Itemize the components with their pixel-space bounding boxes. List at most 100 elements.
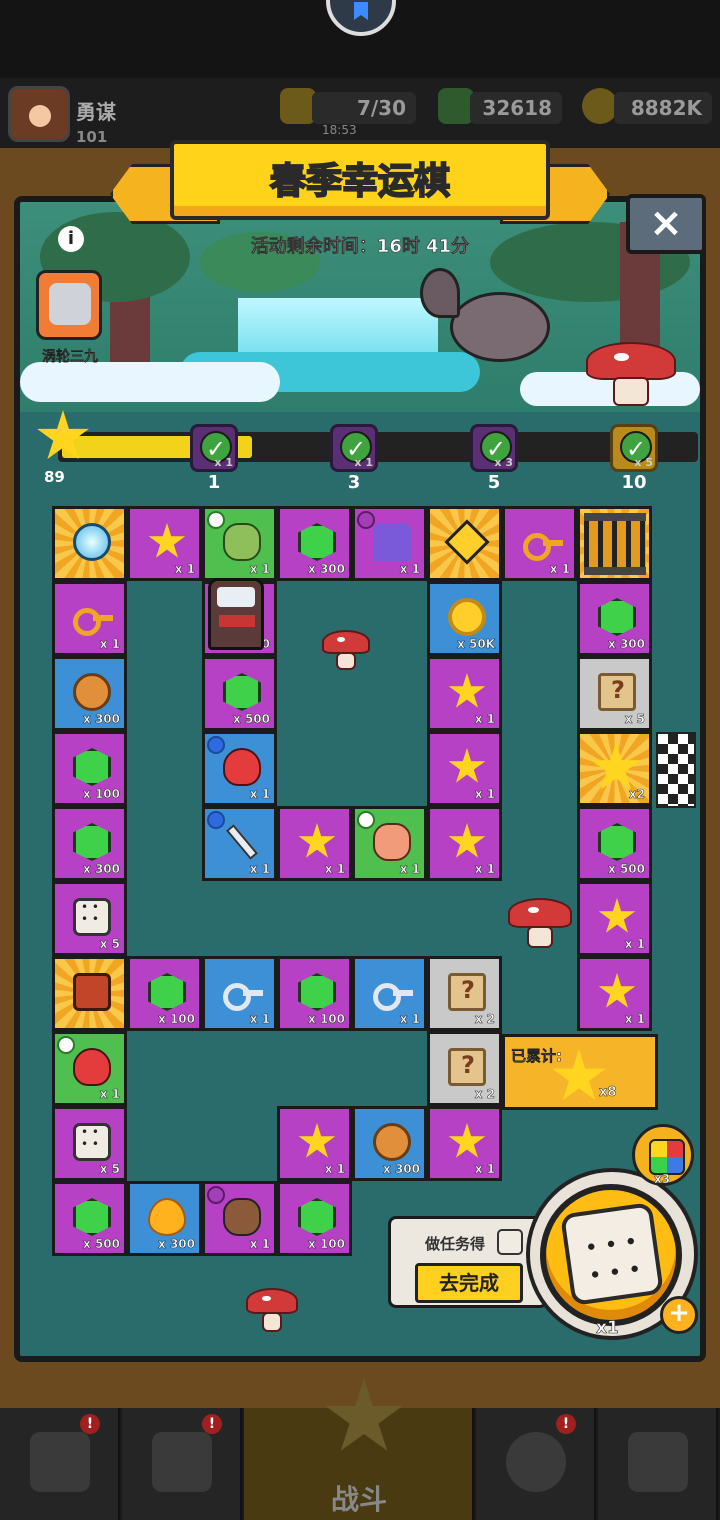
board-tile: x 300 <box>52 806 127 881</box>
task-panel: 做任务得 去完成 <box>388 1216 548 1308</box>
board-tile: x 5 <box>577 656 652 731</box>
board-tile: x 500 <box>52 1181 127 1256</box>
coin-icon <box>582 88 618 124</box>
board-tile: x 100 <box>277 956 352 1031</box>
mushroom-icon <box>508 898 572 948</box>
tile-qty: x 1 <box>249 862 270 877</box>
nav-fight-label: 战斗 <box>330 1483 387 1516</box>
gem-icon <box>298 523 336 561</box>
tile-qty: x 2 <box>474 1012 495 1027</box>
board-tile: x 1 <box>277 806 352 881</box>
energy-counter[interactable]: 7/30 <box>312 92 416 124</box>
board-tile: x 1 <box>52 581 127 656</box>
checkpoint-reward[interactable]: ✓ x 1 <box>330 424 378 472</box>
rarity-badge-icon <box>207 1186 225 1204</box>
rarity-badge-icon <box>57 1036 75 1054</box>
mushroom-icon <box>322 630 370 670</box>
dice-count: x1 <box>596 1318 619 1339</box>
star-icon <box>598 973 636 1008</box>
player-name: 勇谋 <box>76 100 116 124</box>
checkpoint-label: 1 <box>207 472 221 493</box>
checkpoint-reward[interactable]: ✓ x 3 <box>470 424 518 472</box>
tile-qty: x 300 <box>158 1237 195 1252</box>
board-tile: x 1 <box>202 956 277 1031</box>
tile-qty: x 1 <box>99 1087 120 1102</box>
board-tile: x 1 <box>427 656 502 731</box>
tile-qty: x 100 <box>158 1012 195 1027</box>
bookmark-icon <box>354 2 368 20</box>
nav-fight[interactable]: 战斗 <box>244 1378 474 1520</box>
board-tile: x 5 <box>52 1106 127 1181</box>
board-tile <box>427 506 502 581</box>
board-tile: x 1 <box>577 881 652 956</box>
board-tile: x 1 <box>427 1106 502 1181</box>
tile-qty: x 100 <box>308 1237 345 1252</box>
nav-evolve[interactable] <box>598 1408 718 1520</box>
bookmark-notch[interactable] <box>326 0 396 36</box>
checkpoint-reward[interactable]: ✓ x 1 <box>190 424 238 472</box>
nav-shop[interactable]: ! <box>0 1408 120 1520</box>
board-tile: x 300 <box>577 581 652 656</box>
silver-key-icon <box>373 973 413 1011</box>
board-tile: x 100 <box>277 1181 352 1256</box>
flame-icon <box>148 1198 186 1236</box>
player-level: 101 <box>76 128 108 146</box>
boss-name: 涡轮三九 <box>42 349 98 365</box>
gem-icon <box>438 88 474 124</box>
alert-badge: ! <box>80 1414 100 1434</box>
train-icon <box>73 973 111 1011</box>
board-tile: x 300 <box>52 656 127 731</box>
tile-qty: x 1 <box>474 862 495 877</box>
tile-qty: x 300 <box>383 1162 420 1177</box>
checkpoint-reward[interactable]: ✓ x 5 <box>610 424 658 472</box>
finish-flag-icon <box>656 732 696 808</box>
crab-icon <box>223 748 261 786</box>
tile-qty: x 1 <box>624 1012 645 1027</box>
dice-icon <box>73 898 111 936</box>
gem-icon <box>148 973 186 1011</box>
board-tile: x2 <box>577 731 652 806</box>
checkpoint-label: 10 <box>621 472 647 493</box>
frog-icon <box>223 523 261 561</box>
gem-icon <box>73 1198 111 1236</box>
gem-counter[interactable]: 32618 <box>470 92 562 124</box>
nav-heroes[interactable]: ! <box>122 1408 242 1520</box>
ghost-icon <box>373 523 411 561</box>
rarity-badge-icon <box>207 736 225 754</box>
star-icon <box>298 1123 336 1158</box>
gold-key-icon <box>523 523 563 561</box>
gem-icon <box>223 673 261 711</box>
tile-qty: x 5 <box>99 1162 120 1177</box>
board-tile: x 1 <box>202 1181 277 1256</box>
crab-icon <box>73 1048 111 1086</box>
star-icon <box>448 1123 486 1158</box>
go-complete-button[interactable]: 去完成 <box>415 1263 523 1303</box>
board-tile: x 1 <box>202 506 277 581</box>
tile-qty: x 300 <box>608 637 645 652</box>
board-tile: x 1 <box>427 806 502 881</box>
dice-icon <box>73 1123 111 1161</box>
gem-icon <box>598 598 636 636</box>
board-tile: x 2 <box>427 1031 502 1106</box>
avatar[interactable] <box>8 86 70 142</box>
nav-events[interactable]: ! <box>476 1408 596 1520</box>
board-tile: x 1 <box>127 506 202 581</box>
tile-qty: x 1 <box>399 1012 420 1027</box>
dog-icon <box>223 1198 261 1236</box>
tile-qty: x 1 <box>324 1162 345 1177</box>
add-dice-button[interactable]: + <box>660 1296 698 1334</box>
star-icon <box>298 823 336 858</box>
boss-card[interactable] <box>36 270 102 340</box>
star-icon <box>448 673 486 708</box>
gem-icon <box>73 748 111 786</box>
map-icon <box>448 1048 486 1086</box>
dice-icon <box>560 1202 664 1306</box>
board-tile: x 1 <box>277 1106 352 1181</box>
tile-qty: x 300 <box>83 712 120 727</box>
star-icon <box>148 523 186 558</box>
tile-qty: x 5 <box>99 937 120 952</box>
board-tile: x 1 <box>577 956 652 1031</box>
star-icon <box>448 748 486 783</box>
coin-counter[interactable]: 8882K <box>614 92 712 124</box>
tile-qty: x 1 <box>474 787 495 802</box>
